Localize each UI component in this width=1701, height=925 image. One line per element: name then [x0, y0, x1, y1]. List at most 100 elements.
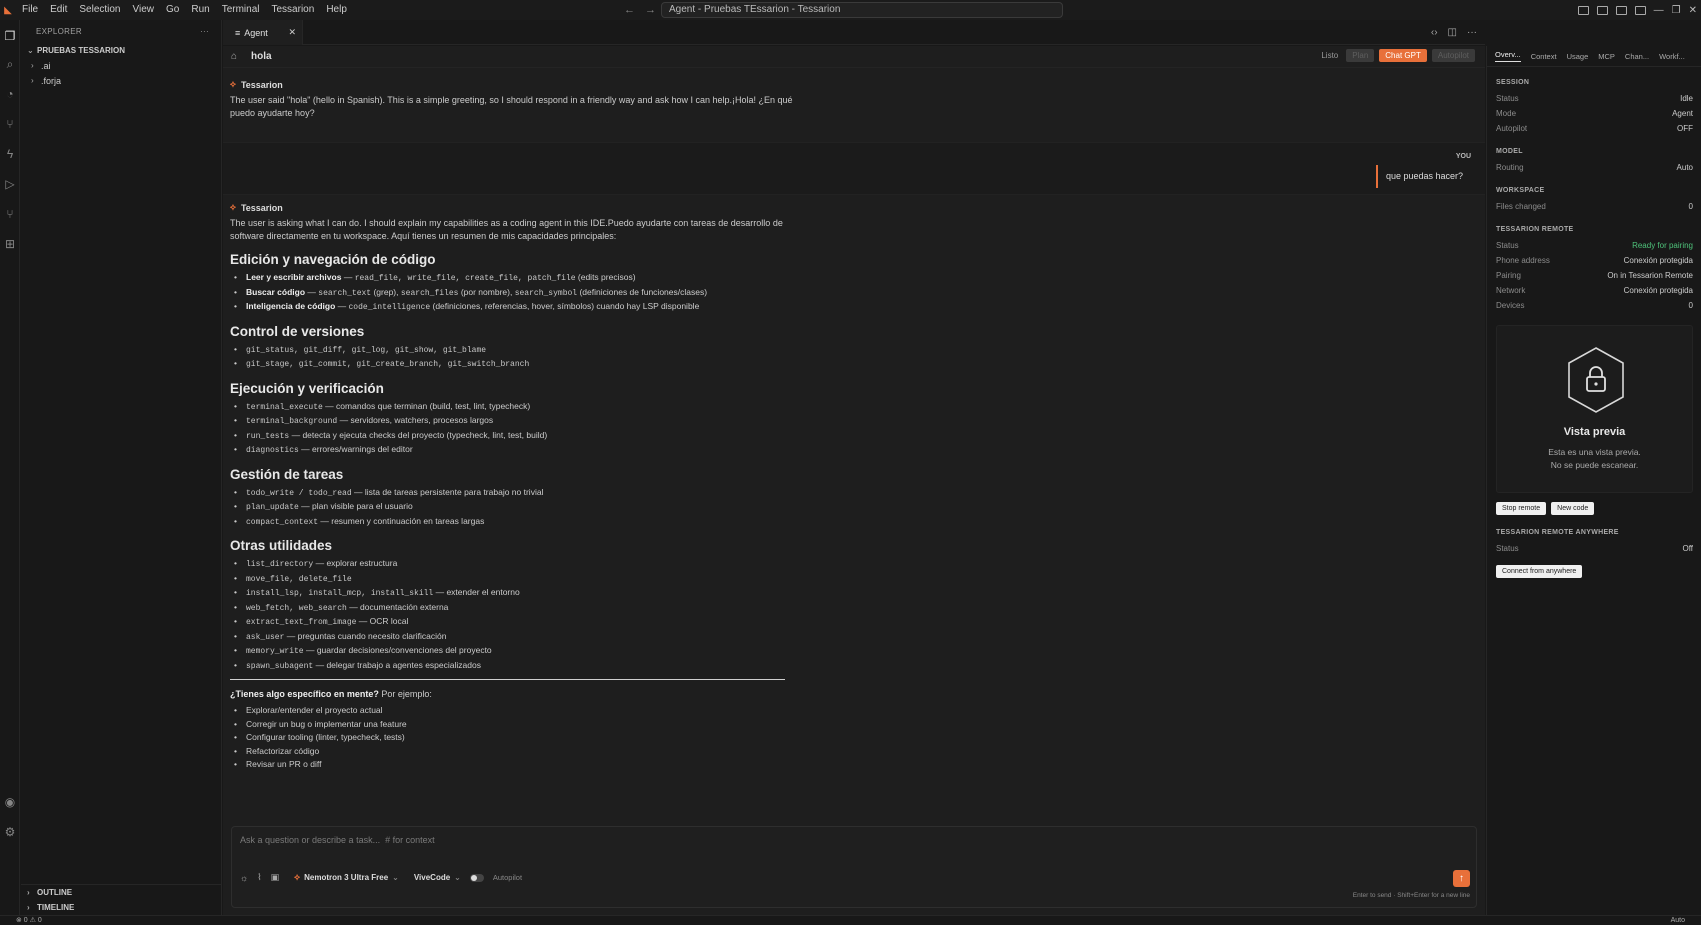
menu-run[interactable]: Run	[185, 0, 215, 20]
section-title: TESSARION REMOTE	[1496, 226, 1574, 233]
project-folder-label: PRUEBAS TESSARION	[37, 45, 126, 55]
capability-list: todo_write / todo_read — lista de tareas…	[230, 486, 810, 530]
conversation[interactable]: ⟡ Tessarion The user said "hola" (hello …	[223, 69, 1485, 867]
git-graph-icon[interactable]: ⑂	[0, 204, 20, 224]
menu-selection[interactable]: Selection	[73, 0, 126, 20]
more-actions-icon[interactable]: ···	[1467, 27, 1477, 38]
model-select[interactable]: ⟡ Nemotron 3 Ultra Free ⌄	[294, 872, 399, 883]
editor-actions: ‹› ◫ ···	[1431, 20, 1477, 45]
tab-changes[interactable]: Chan...	[1625, 52, 1649, 61]
menu-file[interactable]: File	[16, 0, 44, 20]
account-icon[interactable]: ◉	[0, 792, 20, 812]
assistant-message: ⟡ Tessarion The user is asking what I ca…	[230, 202, 810, 772]
outline-section[interactable]: › OUTLINE	[21, 885, 221, 900]
list-item: Explorar/entender el proyecto actual	[230, 704, 810, 718]
explorer-icon[interactable]: ❐	[0, 26, 20, 46]
tessarion-logo-icon: ⟡	[230, 202, 236, 212]
send-button[interactable]: ↑	[1453, 870, 1470, 887]
tab-workflows[interactable]: Workf...	[1659, 52, 1685, 61]
menu-go[interactable]: Go	[160, 0, 185, 20]
agent-panel: ⌂ hola Listo Plan Chat GPT Autopilot ⟡ T…	[223, 46, 1485, 915]
layout-toggle-icon[interactable]	[1577, 5, 1589, 15]
project-folder[interactable]: ⌄ PRUEBAS TESSARION	[21, 42, 221, 58]
secondary-sidebar-toggle-icon[interactable]	[1634, 5, 1646, 15]
list-item: spawn_subagent — delegar trabajo a agent…	[230, 659, 810, 674]
list-item: diagnostics — errores/warnings del edito…	[230, 443, 810, 458]
close-icon[interactable]: ✕	[288, 27, 296, 38]
stop-remote-button[interactable]: Stop remote	[1496, 502, 1547, 515]
run-debug-icon[interactable]: ▷	[0, 174, 20, 194]
back-arrow-icon[interactable]: ←	[624, 4, 635, 16]
code-view-icon[interactable]: ‹›	[1431, 27, 1438, 38]
preview-line: Esta es una vista previa.	[1548, 447, 1641, 457]
info-row: Status Off	[1496, 544, 1693, 553]
info-row: Devices 0	[1496, 301, 1693, 310]
section-title: TESSARION REMOTE ANYWHERE	[1496, 529, 1619, 536]
problems-indicator[interactable]: ⊗ 0 ⚠ 0	[16, 916, 42, 925]
flow-icon[interactable]: ϟ	[0, 144, 20, 164]
close-window-icon[interactable]: ✕	[1689, 5, 1697, 16]
forward-arrow-icon[interactable]: →	[645, 4, 656, 16]
info-row: Files changed 0	[1496, 202, 1693, 211]
tree-item-forja[interactable]: › .forja	[21, 73, 221, 88]
list-item: todo_write / todo_read — lista de tareas…	[230, 486, 810, 501]
connect-anywhere-button[interactable]: Connect from anywhere	[1496, 565, 1583, 578]
info-row: Routing Auto	[1496, 163, 1693, 172]
sidebar-bottom-sections: › OUTLINE › TIMELINE	[21, 884, 221, 915]
autopilot-toggle[interactable]	[469, 873, 484, 882]
menu-terminal[interactable]: Terminal	[216, 0, 266, 20]
menu-view[interactable]: View	[127, 0, 161, 20]
context-icon[interactable]: ▣	[271, 872, 280, 883]
restore-icon[interactable]: ❐	[1672, 5, 1681, 16]
new-code-button[interactable]: New code	[1551, 502, 1595, 515]
home-icon[interactable]: ⌂	[231, 51, 251, 62]
section-title: WORKSPACE	[1496, 187, 1545, 194]
mode-select[interactable]: ViveCode ⌄	[414, 873, 461, 882]
info-row: Phone address Conexión protegida	[1496, 256, 1693, 265]
tab-overview[interactable]: Overv...	[1495, 50, 1521, 62]
lightbulb-icon[interactable]: ☼	[240, 873, 248, 883]
agent-status: Listo	[1321, 51, 1339, 60]
menu-bar: File Edit Selection View Go Run Terminal…	[16, 0, 353, 20]
tab-usage[interactable]: Usage	[1567, 52, 1589, 61]
sidebar-toggle-icon[interactable]	[1596, 5, 1608, 15]
command-center[interactable]: Agent - Pruebas TEssarion - Tessarion	[661, 2, 1063, 18]
title-bar: ◣ File Edit Selection View Go Run Termin…	[0, 0, 1701, 20]
chat-gpt-button[interactable]: Chat GPT	[1379, 49, 1427, 62]
tab-mcp[interactable]: MCP	[1598, 52, 1615, 61]
menu-help[interactable]: Help	[320, 0, 353, 20]
list-item: Refactorizar código	[230, 745, 810, 759]
autopilot-mode-button[interactable]: Autopilot	[1431, 49, 1475, 62]
tab-agent[interactable]: ≡ Agent ✕	[223, 20, 303, 45]
autopilot-label: Autopilot	[492, 873, 523, 882]
agent-icon[interactable]: ◔	[0, 84, 20, 104]
panel-toggle-icon[interactable]	[1615, 5, 1627, 15]
timeline-section[interactable]: › TIMELINE	[21, 900, 221, 915]
tree-item-label: .forja	[41, 75, 62, 86]
capability-list: list_directory — explorar estructura mov…	[230, 557, 810, 673]
search-icon[interactable]: ⌕	[0, 54, 20, 74]
attach-icon[interactable]: ⌇	[257, 872, 261, 883]
more-actions-icon[interactable]: ···	[200, 27, 209, 36]
secondary-sidebar: Overv... Context Usage MCP Chan... Workf…	[1486, 46, 1701, 915]
list-item: move_file, delete_file	[230, 572, 810, 587]
message-text: The user said "hola" (hello in Spanish).…	[230, 95, 793, 118]
minimize-icon[interactable]: —	[1654, 5, 1664, 16]
menu-edit[interactable]: Edit	[44, 0, 73, 20]
extensions-icon[interactable]: ⊞	[0, 234, 20, 254]
list-item: terminal_execute — comandos que terminan…	[230, 400, 810, 415]
status-auto[interactable]: Auto	[1671, 916, 1685, 925]
capability-list: git_status, git_diff, git_log, git_show,…	[230, 343, 810, 372]
settings-gear-icon[interactable]: ⚙	[0, 822, 20, 842]
list-item: Inteligencia de código — code_intelligen…	[230, 300, 810, 315]
split-editor-icon[interactable]: ◫	[1448, 27, 1457, 38]
tree-item-ai[interactable]: › .ai	[21, 58, 221, 73]
timeline-label: TIMELINE	[37, 903, 75, 912]
source-control-icon[interactable]: ⑂	[0, 114, 20, 134]
tab-context[interactable]: Context	[1531, 52, 1557, 61]
message-author: ⟡ Tessarion	[230, 202, 810, 213]
overview-body: SESSION Status Idle Mode Agent Autopilot OF…	[1487, 75, 1701, 578]
menu-tessarion[interactable]: Tessarion	[266, 0, 321, 20]
chat-input[interactable]	[240, 835, 1140, 845]
plan-mode-button[interactable]: Plan	[1346, 49, 1375, 62]
